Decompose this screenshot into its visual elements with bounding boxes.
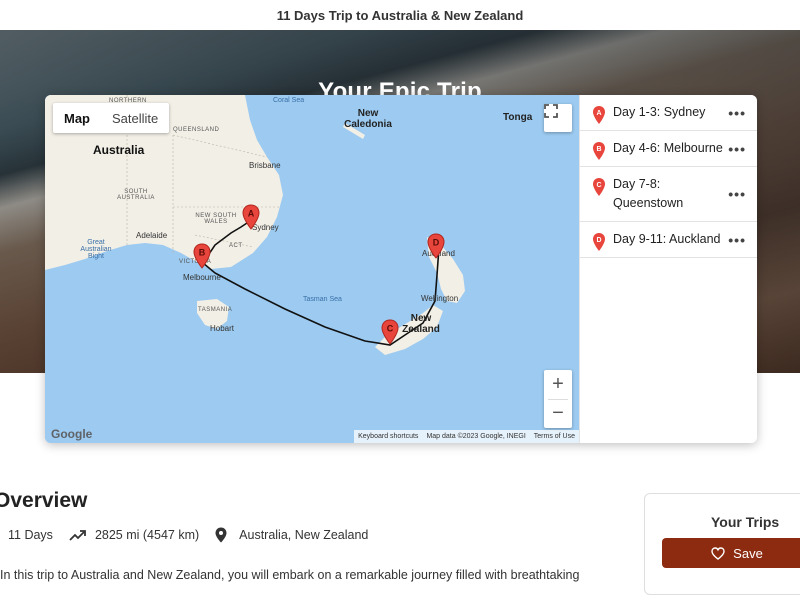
stop-item-melbourne[interactable]: B Day 4-6: Melbourne ••• <box>580 131 757 167</box>
overview-description: In this trip to Australia and New Zealan… <box>0 568 580 582</box>
more-options-icon[interactable]: ••• <box>728 232 746 248</box>
marker-a-icon[interactable]: A <box>242 204 260 230</box>
label-act: ACT <box>229 243 243 249</box>
stop-b-pin-icon: B <box>593 142 605 160</box>
stop-label: Day 7-8: Queenstown <box>613 177 684 210</box>
map-type-map-button[interactable]: Map <box>53 103 101 133</box>
map-type-toggle: Map Satellite <box>53 103 170 133</box>
label-nsw: NEW SOUTH WALES <box>195 213 237 225</box>
stop-label: Day 1-3: Sydney <box>613 105 706 119</box>
save-label: Save <box>733 545 763 561</box>
page-header: 11 Days Trip to Australia & New Zealand <box>0 0 800 30</box>
marker-b-icon[interactable]: B <box>193 243 211 269</box>
more-options-icon[interactable]: ••• <box>728 105 746 121</box>
svg-text:D: D <box>596 237 601 244</box>
stop-item-sydney[interactable]: A Day 1-3: Sydney ••• <box>580 95 757 131</box>
location-stat: Australia, New Zealand <box>215 527 368 543</box>
heart-icon <box>711 546 725 560</box>
distance-value: 2825 mi (4547 km) <box>94 528 200 542</box>
map-type-satellite-button[interactable]: Satellite <box>101 103 169 133</box>
label-hobart: Hobart <box>210 324 235 333</box>
label-adelaide: Adelaide <box>136 231 168 240</box>
more-options-icon[interactable]: ••• <box>728 186 746 202</box>
label-south-australia: SOUTH AUSTRALIA <box>117 189 155 201</box>
trip-title: 11 Days Trip to Australia & New Zealand <box>276 7 524 23</box>
stop-a-pin-icon: A <box>593 106 605 124</box>
marker-c-letter: C <box>387 324 394 334</box>
label-great-bight: Great Australian Bight <box>80 239 112 260</box>
label-tonga: Tonga <box>503 112 533 123</box>
more-options-icon[interactable]: ••• <box>728 141 746 157</box>
svg-text:B: B <box>596 146 601 153</box>
label-tasman-sea: Tasman Sea <box>303 296 342 303</box>
zoom-out-button[interactable]: − <box>544 399 572 428</box>
label-australia: Australia <box>93 143 145 157</box>
label-brisbane: Brisbane <box>249 161 281 170</box>
fullscreen-button[interactable] <box>544 104 572 132</box>
stop-label: Day 4-6: Melbourne <box>613 141 723 155</box>
label-tasmania: TASMANIA <box>198 307 233 313</box>
stop-d-pin-icon: D <box>593 233 605 251</box>
marker-c-icon[interactable]: C <box>381 319 399 345</box>
route-map[interactable]: NORTHERN QUEENSLAND Australia SOUTH AUST… <box>45 95 579 443</box>
marker-d-icon[interactable]: D <box>427 233 445 259</box>
location-value: Australia, New Zealand <box>239 528 369 542</box>
trip-stats: 11 Days 2825 mi (4547 km) Australia, New… <box>8 527 384 543</box>
label-new-caledonia: New Caledonia <box>344 108 392 130</box>
label-queensland: QUEENSLAND <box>173 127 220 133</box>
duration-value: 11 Days <box>8 528 53 542</box>
stops-list: A Day 1-3: Sydney ••• B Day 4-6: Melbour… <box>579 95 757 443</box>
google-logo[interactable]: Google <box>51 427 92 441</box>
terms-of-use-link[interactable]: Terms of Use <box>530 433 579 440</box>
stop-label: Day 9-11: Auckland <box>613 232 721 246</box>
fullscreen-icon <box>544 104 558 118</box>
label-melbourne: Melbourne <box>183 273 221 282</box>
keyboard-shortcuts-link[interactable]: Keyboard shortcuts <box>354 433 422 440</box>
svg-text:A: A <box>596 110 601 117</box>
zoom-in-button[interactable]: + <box>544 370 572 399</box>
your-trips-card: Your Trips Save <box>644 493 800 595</box>
svg-text:C: C <box>596 182 601 189</box>
map-attribution: Keyboard shortcuts Map data ©2023 Google… <box>354 430 579 443</box>
stop-c-pin-icon: C <box>593 178 605 196</box>
map-data-text: Map data ©2023 Google, INEGI <box>426 433 526 440</box>
label-wellington: Wellington <box>421 294 459 303</box>
zoom-controls: + − <box>544 370 572 428</box>
marker-a-letter: A <box>248 209 255 219</box>
save-button[interactable]: Save <box>662 538 800 568</box>
duration-stat: 11 Days <box>8 528 53 542</box>
stop-item-auckland[interactable]: D Day 9-11: Auckland ••• <box>580 222 757 258</box>
marker-d-letter: D <box>433 238 440 248</box>
label-new-zealand: New Zealand <box>402 313 440 335</box>
marker-b-letter: B <box>199 248 206 258</box>
location-pin-icon <box>215 527 227 543</box>
map-card: NORTHERN QUEENSLAND Australia SOUTH AUST… <box>45 95 757 443</box>
label-coral-sea: Coral Sea <box>273 97 305 104</box>
trending-up-icon <box>69 530 86 541</box>
your-trips-title: Your Trips <box>711 514 780 530</box>
stop-item-queenstown[interactable]: C Day 7-8: Queenstown ••• <box>580 167 757 222</box>
distance-stat: 2825 mi (4547 km) <box>69 528 199 542</box>
overview-heading: Overview <box>0 489 88 512</box>
